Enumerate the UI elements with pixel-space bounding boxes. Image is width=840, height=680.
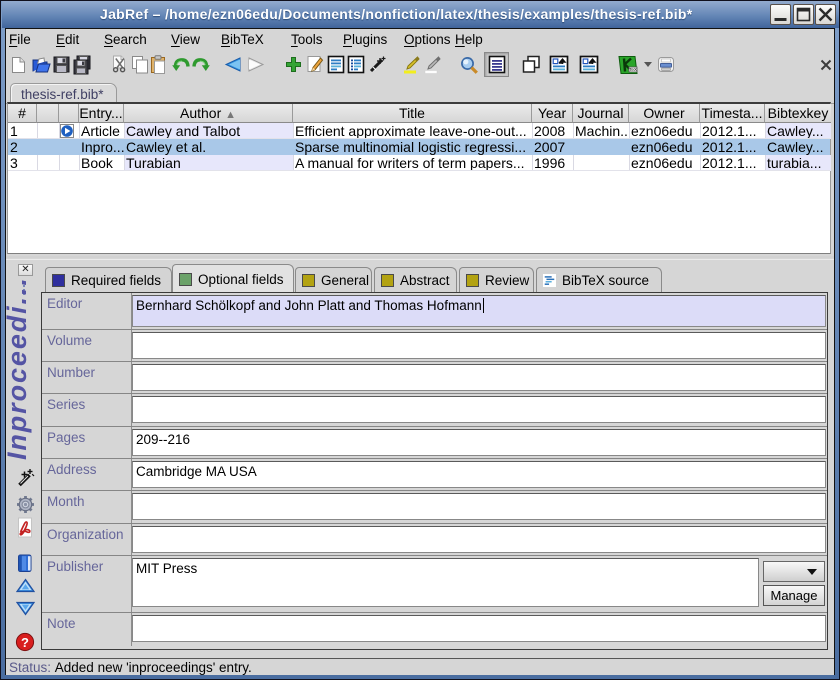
svg-text:TeX: TeX <box>629 67 637 72</box>
svg-text:?: ? <box>21 635 29 650</box>
